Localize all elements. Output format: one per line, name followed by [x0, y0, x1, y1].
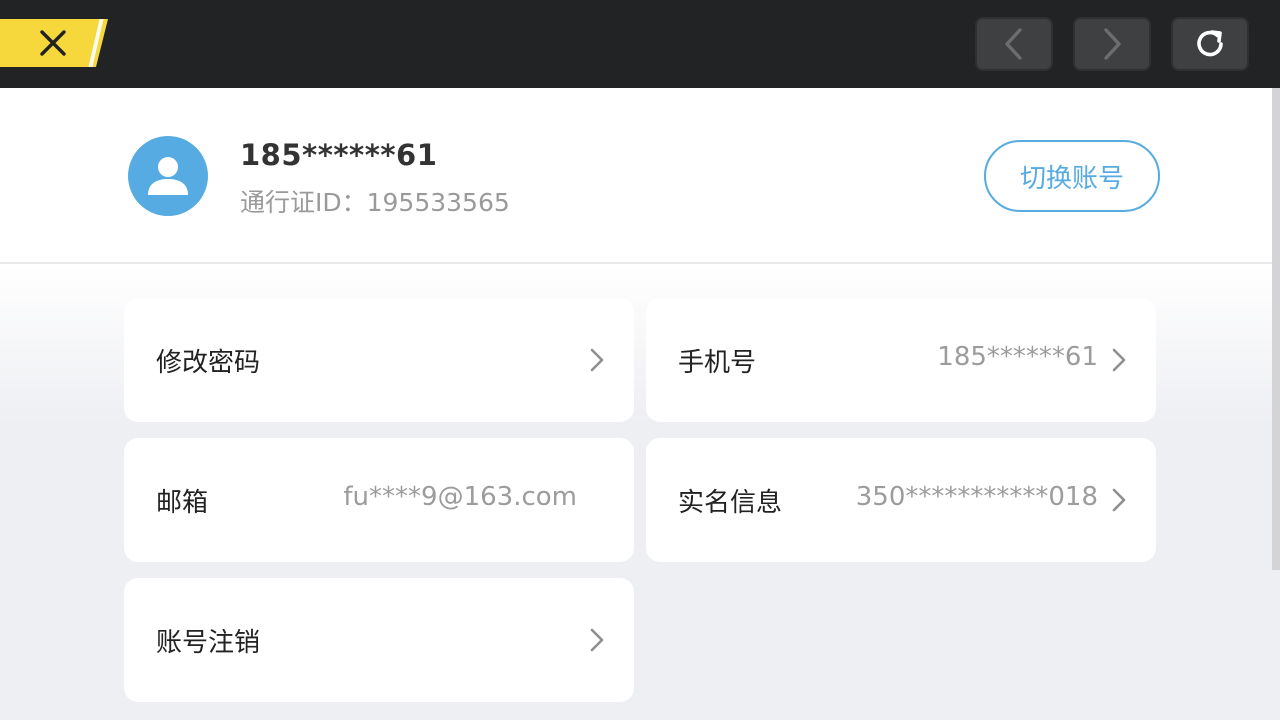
account-deactivation-item[interactable]: 账号注销 — [124, 578, 634, 702]
email-item[interactable]: 邮箱 fu****9@163.com — [124, 438, 634, 562]
chevron-right-icon — [1112, 488, 1126, 512]
forward-button[interactable] — [1073, 17, 1151, 71]
phone-number-label: 手机号 — [678, 348, 757, 378]
change-password-item[interactable]: 修改密码 — [124, 298, 634, 422]
real-name-label: 实名信息 — [678, 488, 783, 518]
scrollbar[interactable] — [1272, 88, 1280, 570]
top-toolbar — [0, 0, 1280, 88]
change-password-label: 修改密码 — [156, 348, 261, 378]
real-name-value: 350***********018 — [855, 482, 1098, 512]
user-icon — [148, 157, 188, 195]
back-button[interactable] — [975, 17, 1053, 71]
email-value: fu****9@163.com — [343, 482, 577, 512]
email-label: 邮箱 — [156, 488, 209, 518]
chevron-right-icon — [590, 348, 604, 372]
reload-icon — [1197, 30, 1223, 57]
avatar — [128, 136, 208, 216]
pass-id: 通行证ID：195533565 — [240, 188, 510, 217]
phone-number-item[interactable]: 手机号 185******61 — [646, 298, 1156, 422]
account-deactivation-label: 账号注销 — [156, 628, 261, 658]
chevron-right-icon — [590, 628, 604, 652]
account-header: 185******61 通行证ID：195533565 切换账号 — [0, 88, 1272, 264]
chevron-right-icon — [1112, 348, 1126, 372]
account-phone: 185******61 — [240, 138, 438, 172]
chevron-right-icon — [1104, 28, 1121, 60]
switch-account-button[interactable]: 切换账号 — [984, 140, 1160, 212]
close-icon — [40, 30, 66, 56]
close-button[interactable] — [0, 19, 108, 67]
phone-number-value: 185******61 — [937, 342, 1098, 372]
real-name-item[interactable]: 实名信息 350***********018 — [646, 438, 1156, 562]
chevron-left-icon — [1005, 28, 1022, 60]
reload-button[interactable] — [1171, 17, 1249, 71]
